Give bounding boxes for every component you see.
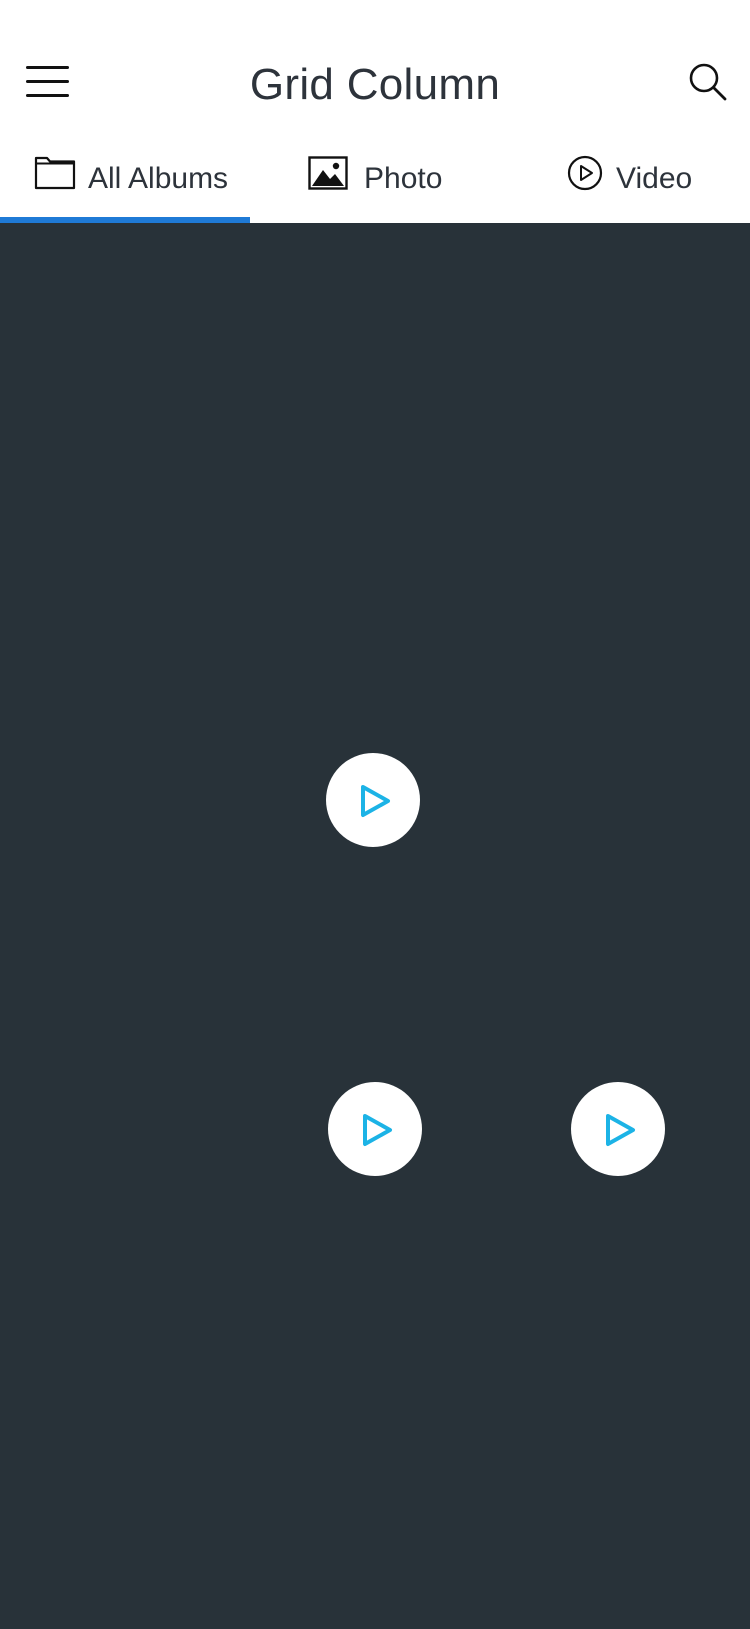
folder-icon: [34, 154, 76, 195]
active-tab-indicator: [0, 217, 250, 223]
tab-all-albums[interactable]: All Albums: [0, 140, 250, 223]
play-icon: [363, 1114, 392, 1146]
tab-label: Video: [616, 162, 693, 195]
image-icon: [308, 156, 348, 195]
app-header: Grid Column All Albums Photo Video: [0, 0, 750, 223]
play-icon: [606, 1114, 635, 1146]
play-circle-icon: [567, 155, 603, 196]
tab-photo[interactable]: Photo: [250, 140, 500, 223]
tab-bar: All Albums Photo Video: [0, 140, 750, 223]
page-title: Grid Column: [249, 60, 501, 109]
tab-label: All Albums: [88, 162, 229, 195]
play-icon: [361, 785, 390, 817]
video-play-button[interactable]: [328, 1082, 422, 1176]
video-play-button[interactable]: [571, 1082, 665, 1176]
video-play-button[interactable]: [326, 753, 420, 847]
tab-video[interactable]: Video: [500, 140, 750, 223]
tab-label: Photo: [364, 162, 443, 195]
search-icon[interactable]: [688, 62, 728, 102]
